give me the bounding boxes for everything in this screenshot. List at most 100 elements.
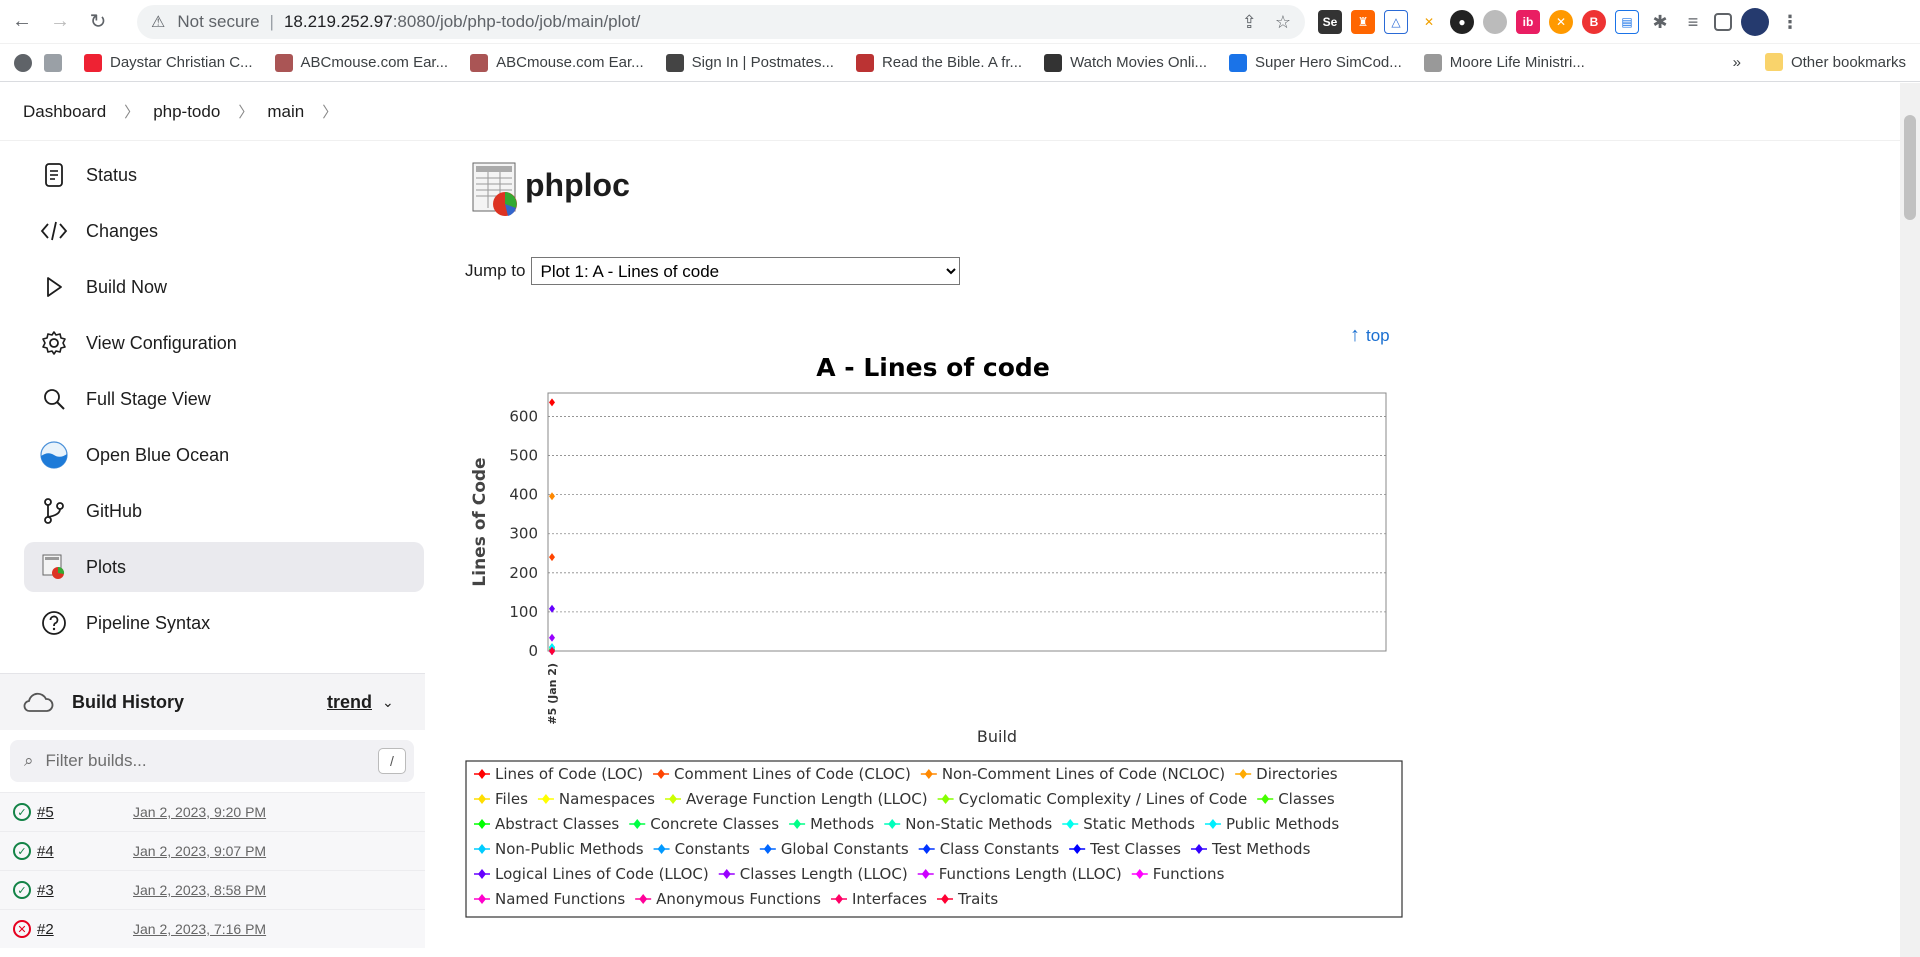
sidebar-item-label[interactable]: Status [86,165,137,186]
bookmark-item[interactable]: Super Hero SimCod... [1229,53,1402,72]
more-bookmarks-icon[interactable]: » [1733,54,1741,71]
apps-icon[interactable] [14,53,40,72]
avatar[interactable] [1741,8,1769,36]
back-icon[interactable]: ← [6,6,38,38]
legend-entry: Classes [1278,790,1335,808]
bookmark-label[interactable]: Super Hero SimCod... [1255,54,1402,71]
legend-entry: Global Constants [781,840,909,858]
build-row[interactable]: ✓ #4 Jan 2, 2023, 9:07 PM [0,831,425,870]
sidebar-item-label[interactable]: View Configuration [86,333,237,354]
bookmark-label[interactable]: ABCmouse.com Ear... [496,54,644,71]
reading-list-icon[interactable]: ≡ [1681,10,1705,34]
selenium-extension-icon[interactable]: Se [1318,10,1342,34]
bookmark-label[interactable]: Read the Bible. A fr... [882,54,1022,71]
forward-icon[interactable]: → [44,6,76,38]
other-bookmarks-folder[interactable]: Other bookmarks [1764,53,1906,71]
sidebar-item-status[interactable]: Status [24,150,424,200]
bookmark-label[interactable]: Moore Life Ministri... [1450,54,1585,71]
build-number-link[interactable]: #4 [37,843,54,860]
sidebar-item-label[interactable]: GitHub [86,501,142,522]
sidebar-item-changes[interactable]: Changes [24,206,424,256]
sidebar-item-full-stage-view[interactable]: Full Stage View [24,374,424,424]
trend-link[interactable]: trend [327,692,372,713]
legend-entry: Named Functions [495,890,625,908]
bookmark-item[interactable]: Daystar Christian C... [84,53,253,72]
extension-icon[interactable] [1483,10,1507,34]
bookmark-item[interactable]: Moore Life Ministri... [1423,53,1585,72]
bookmark-favicon-icon [1229,53,1248,72]
build-row[interactable]: ✓ #3 Jan 2, 2023, 8:58 PM [0,870,425,909]
sidebar-item-label[interactable]: Full Stage View [86,389,211,410]
bookmark-label[interactable]: Daystar Christian C... [110,54,253,71]
sidebar-item-label[interactable]: Changes [86,221,158,242]
bookmark-favicon-icon [470,53,489,72]
star-icon[interactable]: ☆ [1275,12,1291,33]
chevron-down-icon[interactable]: ⌄ [382,694,394,711]
top-link-label[interactable]: top [1366,326,1390,346]
build-row[interactable]: ✓ #5 Jan 2, 2023, 9:20 PM [0,792,425,831]
sidebar-item-label[interactable]: Open Blue Ocean [86,445,229,466]
bookmark-item[interactable]: ABCmouse.com Ear... [470,53,644,72]
bookmark-item[interactable]: Read the Bible. A fr... [855,53,1022,72]
build-number-link[interactable]: #3 [37,882,54,899]
build-date-link[interactable]: Jan 2, 2023, 8:58 PM [133,882,266,898]
bookmark-item[interactable]: Sign In | Postmates... [665,53,834,72]
legend-entry: Files [495,790,528,808]
bookmark-label[interactable]: ABCmouse.com Ear... [301,54,449,71]
bookmark-item[interactable]: ABCmouse.com Ear... [274,53,449,72]
sidebar-item-plots[interactable]: Plots [24,542,424,592]
legend-entry: Interfaces [852,890,927,908]
url-host[interactable]: 18.219.252.97 [284,12,393,32]
extension-icon[interactable]: ▤ [1615,10,1639,34]
reload-icon[interactable]: ↻ [82,6,114,38]
extension-icon[interactable]: ✕ [1417,10,1441,34]
build-date-link[interactable]: Jan 2, 2023, 9:07 PM [133,843,266,859]
side-panel-icon[interactable] [1714,13,1732,31]
extension-icon[interactable]: △ [1384,10,1408,34]
chevron-right-icon[interactable]: 〉 [124,101,139,122]
sidebar-item-open-blue-ocean[interactable]: Open Blue Ocean [24,430,424,480]
extension-icon[interactable]: ● [1450,10,1474,34]
security-label[interactable]: Not secure [177,12,259,32]
build-number-link[interactable]: #5 [37,804,54,821]
extension-icon[interactable]: ♜ [1351,10,1375,34]
sidebar-item-view-configuration[interactable]: View Configuration [24,318,424,368]
y-tick-label: 200 [509,564,538,582]
sidebar-item-label[interactable]: Pipeline Syntax [86,613,210,634]
bookmark-label[interactable]: Watch Movies Onli... [1070,54,1207,71]
page-scrollbar[interactable] [1900,83,1920,957]
bookmark-icon[interactable] [44,53,70,72]
filter-placeholder[interactable]: Filter builds... [46,751,147,771]
sidebar-item-label[interactable]: Plots [86,557,126,578]
breadcrumb-dashboard[interactable]: Dashboard [23,102,106,122]
chevron-right-icon[interactable]: 〉 [322,101,337,122]
build-number-link[interactable]: #2 [37,921,54,938]
sidebar-item-label[interactable]: Build Now [86,277,167,298]
build-date-link[interactable]: Jan 2, 2023, 7:16 PM [133,921,266,937]
chevron-right-icon[interactable]: 〉 [238,101,253,122]
top-link[interactable]: ↑ top [1350,324,1390,347]
sidebar-item-pipeline-syntax[interactable]: Pipeline Syntax [24,598,424,648]
extension-icon[interactable]: B [1582,10,1606,34]
warning-icon[interactable]: ⚠ [151,12,165,32]
build-date-link[interactable]: Jan 2, 2023, 9:20 PM [133,804,266,820]
extension-icon[interactable]: ✕ [1549,10,1573,34]
legend-entry: Test Methods [1211,840,1311,858]
share-icon[interactable]: ⇪ [1242,12,1257,33]
sidebar-item-github[interactable]: GitHub [24,486,424,536]
build-row[interactable]: ✕ #2 Jan 2, 2023, 7:16 PM [0,909,425,948]
legend-entry: Cyclomatic Complexity / Lines of Code [959,790,1248,808]
scrollbar-thumb[interactable] [1904,115,1916,220]
bookmark-item[interactable]: Watch Movies Onli... [1044,53,1207,72]
filter-builds-input[interactable]: ⌕ Filter builds... / [10,740,414,782]
plot-select[interactable]: Plot 1: A - Lines of code [531,257,961,285]
extension-icon[interactable]: ib [1516,10,1540,34]
url-path[interactable]: :8080/job/php-todo/job/main/plot/ [393,12,641,32]
sidebar-item-build-now[interactable]: Build Now [24,262,424,312]
menu-icon[interactable]: ⋮ [1778,10,1802,34]
bookmark-label[interactable]: Sign In | Postmates... [692,54,834,71]
puzzle-icon[interactable]: ✱ [1648,10,1672,34]
breadcrumb-php-todo[interactable]: php-todo [153,102,220,122]
breadcrumb-main[interactable]: main [267,102,304,122]
address-bar[interactable]: ⚠ Not secure | 18.219.252.97:8080/job/ph… [137,5,1305,39]
